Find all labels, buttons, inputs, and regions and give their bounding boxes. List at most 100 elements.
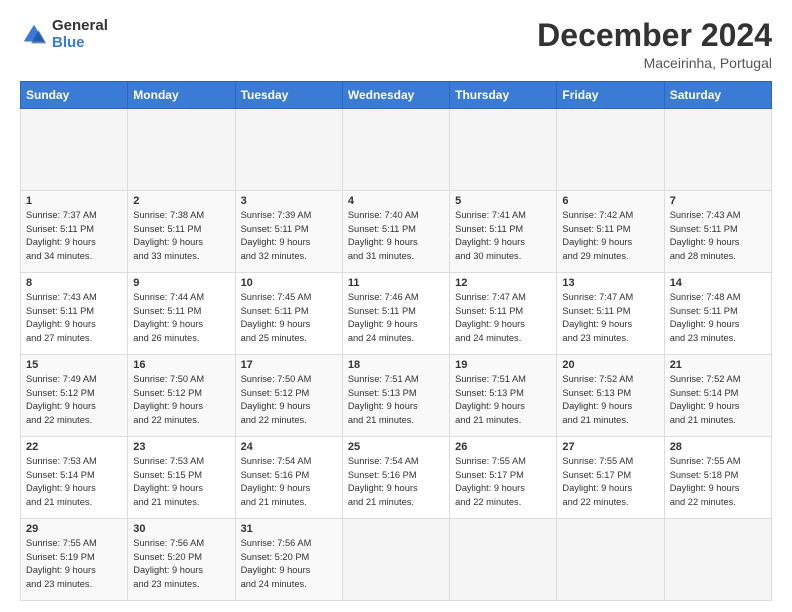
logo-general: General: [52, 18, 108, 35]
calendar-cell: 13Sunrise: 7:47 AM Sunset: 5:11 PM Dayli…: [557, 273, 664, 355]
day-info: Sunrise: 7:50 AM Sunset: 5:12 PM Dayligh…: [241, 373, 337, 427]
calendar-col-wednesday: Wednesday: [342, 82, 449, 109]
calendar-cell: 18 Sunrise: 7:51 AM Sunset: 5:13 PM Dayli…: [342, 355, 449, 437]
calendar-cell: 7Sunrise: 7:43 AM Sunset: 5:11 PM Daylig…: [664, 191, 771, 273]
main-title: December 2024: [537, 18, 772, 53]
day-info: Sunrise: 7:42 AM Sunset: 5:11 PM Dayligh…: [562, 209, 658, 263]
calendar-week-0: [21, 109, 772, 191]
day-info: Sunrise: 7:55 AM Sunset: 5:17 PM Dayligh…: [455, 455, 551, 509]
calendar-cell: [21, 109, 128, 191]
calendar-col-monday: Monday: [128, 82, 235, 109]
day-number: 29: [26, 523, 122, 535]
calendar-cell: 9 Sunrise: 7:44 AM Sunset: 5:11 PM Daylig…: [128, 273, 235, 355]
calendar-cell: 2Sunrise: 7:38 AM Sunset: 5:11 PM Daylig…: [128, 191, 235, 273]
calendar-col-thursday: Thursday: [450, 82, 557, 109]
calendar-cell: [557, 109, 664, 191]
day-number: 21: [670, 359, 766, 371]
calendar-week-1: 1 Sunrise: 7:37 AM Sunset: 5:11 PM Daylig…: [21, 191, 772, 273]
calendar-cell: 16 Sunrise: 7:50 AM Sunset: 5:12 PM Dayli…: [128, 355, 235, 437]
calendar-cell: 29Sunrise: 7:55 AM Sunset: 5:19 PM Dayli…: [21, 519, 128, 601]
calendar-header-row: SundayMondayTuesdayWednesdayThursdayFrid…: [21, 82, 772, 109]
day-number: 17: [241, 359, 337, 371]
calendar-cell: [342, 109, 449, 191]
day-info: Sunrise: 7:50 AM Sunset: 5:12 PM Dayligh…: [133, 373, 229, 427]
day-number: 27: [562, 441, 658, 453]
subtitle: Maceirinha, Portugal: [537, 55, 772, 71]
calendar-cell: 5Sunrise: 7:41 AM Sunset: 5:11 PM Daylig…: [450, 191, 557, 273]
day-info: Sunrise: 7:37 AM Sunset: 5:11 PM Dayligh…: [26, 209, 122, 263]
calendar-cell: 21 Sunrise: 7:52 AM Sunset: 5:14 PM Dayli…: [664, 355, 771, 437]
calendar-cell: [664, 519, 771, 601]
day-info: Sunrise: 7:43 AM Sunset: 5:11 PM Dayligh…: [670, 209, 766, 263]
day-number: 8: [26, 277, 122, 289]
day-number: 10: [241, 277, 337, 289]
day-info: Sunrise: 7:55 AM Sunset: 5:18 PM Dayligh…: [670, 455, 766, 509]
calendar-cell: 14 Sunrise: 7:48 AM Sunset: 5:11 PM Dayli…: [664, 273, 771, 355]
day-info: Sunrise: 7:47 AM Sunset: 5:11 PM Dayligh…: [455, 291, 551, 345]
calendar-cell: 12 Sunrise: 7:47 AM Sunset: 5:11 PM Dayli…: [450, 273, 557, 355]
day-number: 24: [241, 441, 337, 453]
day-number: 9: [133, 277, 229, 289]
calendar-cell: [128, 109, 235, 191]
calendar-cell: 8 Sunrise: 7:43 AM Sunset: 5:11 PM Daylig…: [21, 273, 128, 355]
calendar-cell: [450, 109, 557, 191]
title-block: December 2024 Maceirinha, Portugal: [537, 18, 772, 71]
calendar-week-4: 22Sunrise: 7:53 AM Sunset: 5:14 PM Dayli…: [21, 437, 772, 519]
day-info: Sunrise: 7:45 AM Sunset: 5:11 PM Dayligh…: [241, 291, 337, 345]
calendar-week-3: 15 Sunrise: 7:49 AM Sunset: 5:12 PM Dayli…: [21, 355, 772, 437]
day-info: Sunrise: 7:52 AM Sunset: 5:13 PM Dayligh…: [562, 373, 658, 427]
day-number: 28: [670, 441, 766, 453]
day-info: Sunrise: 7:52 AM Sunset: 5:14 PM Dayligh…: [670, 373, 766, 427]
day-number: 13: [562, 277, 658, 289]
day-info: Sunrise: 7:43 AM Sunset: 5:11 PM Dayligh…: [26, 291, 122, 345]
day-info: Sunrise: 7:56 AM Sunset: 5:20 PM Dayligh…: [133, 537, 229, 591]
day-number: 16: [133, 359, 229, 371]
calendar-cell: 19 Sunrise: 7:51 AM Sunset: 5:13 PM Dayli…: [450, 355, 557, 437]
day-number: 1: [26, 195, 122, 207]
day-number: 20: [562, 359, 658, 371]
calendar-cell: 10 Sunrise: 7:45 AM Sunset: 5:11 PM Dayli…: [235, 273, 342, 355]
day-info: Sunrise: 7:55 AM Sunset: 5:17 PM Dayligh…: [562, 455, 658, 509]
day-number: 5: [455, 195, 551, 207]
day-info: Sunrise: 7:51 AM Sunset: 5:13 PM Dayligh…: [348, 373, 444, 427]
day-number: 30: [133, 523, 229, 535]
calendar-col-saturday: Saturday: [664, 82, 771, 109]
logo-icon: [20, 21, 48, 49]
day-info: Sunrise: 7:51 AM Sunset: 5:13 PM Dayligh…: [455, 373, 551, 427]
day-info: Sunrise: 7:39 AM Sunset: 5:11 PM Dayligh…: [241, 209, 337, 263]
day-info: Sunrise: 7:38 AM Sunset: 5:11 PM Dayligh…: [133, 209, 229, 263]
day-number: 18: [348, 359, 444, 371]
calendar-cell: 25Sunrise: 7:54 AM Sunset: 5:16 PM Dayli…: [342, 437, 449, 519]
day-info: Sunrise: 7:48 AM Sunset: 5:11 PM Dayligh…: [670, 291, 766, 345]
day-info: Sunrise: 7:49 AM Sunset: 5:12 PM Dayligh…: [26, 373, 122, 427]
calendar-cell: 3 Sunrise: 7:39 AM Sunset: 5:11 PM Daylig…: [235, 191, 342, 273]
calendar-week-2: 8 Sunrise: 7:43 AM Sunset: 5:11 PM Daylig…: [21, 273, 772, 355]
day-number: 4: [348, 195, 444, 207]
day-info: Sunrise: 7:44 AM Sunset: 5:11 PM Dayligh…: [133, 291, 229, 345]
page: General Blue December 2024 Maceirinha, P…: [0, 0, 792, 612]
day-info: Sunrise: 7:56 AM Sunset: 5:20 PM Dayligh…: [241, 537, 337, 591]
day-number: 12: [455, 277, 551, 289]
calendar-col-sunday: Sunday: [21, 82, 128, 109]
day-number: 22: [26, 441, 122, 453]
day-number: 31: [241, 523, 337, 535]
calendar-cell: 15 Sunrise: 7:49 AM Sunset: 5:12 PM Dayli…: [21, 355, 128, 437]
day-info: Sunrise: 7:46 AM Sunset: 5:11 PM Dayligh…: [348, 291, 444, 345]
day-number: 15: [26, 359, 122, 371]
calendar-cell: [557, 519, 664, 601]
calendar-cell: 26Sunrise: 7:55 AM Sunset: 5:17 PM Dayli…: [450, 437, 557, 519]
day-number: 25: [348, 441, 444, 453]
calendar-cell: 1 Sunrise: 7:37 AM Sunset: 5:11 PM Daylig…: [21, 191, 128, 273]
header: General Blue December 2024 Maceirinha, P…: [20, 18, 772, 71]
day-number: 11: [348, 277, 444, 289]
day-number: 14: [670, 277, 766, 289]
calendar-cell: [450, 519, 557, 601]
day-number: 19: [455, 359, 551, 371]
calendar-cell: 20 Sunrise: 7:52 AM Sunset: 5:13 PM Dayli…: [557, 355, 664, 437]
calendar-cell: 4Sunrise: 7:40 AM Sunset: 5:11 PM Daylig…: [342, 191, 449, 273]
day-number: 3: [241, 195, 337, 207]
day-number: 23: [133, 441, 229, 453]
logo: General Blue: [20, 18, 108, 51]
day-info: Sunrise: 7:54 AM Sunset: 5:16 PM Dayligh…: [241, 455, 337, 509]
calendar-cell: 17 Sunrise: 7:50 AM Sunset: 5:12 PM Dayli…: [235, 355, 342, 437]
